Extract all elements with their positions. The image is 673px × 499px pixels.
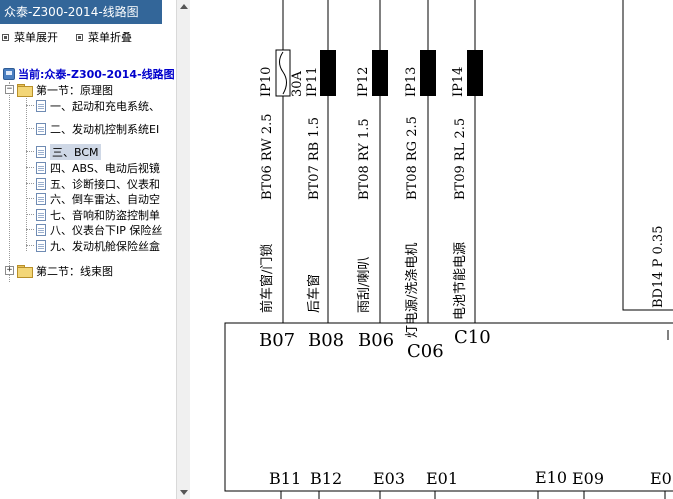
function-label: 电池节能电源 — [453, 242, 468, 320]
folder-icon — [17, 265, 33, 278]
function-label: 前车窗/门锁 — [259, 244, 275, 313]
fuse-label: IP13 — [404, 67, 419, 97]
pin-label: B11 — [269, 469, 301, 488]
tree-item-3[interactable]: 三、BCM — [36, 143, 101, 160]
pin-label: B12 — [310, 469, 342, 488]
tree-item-label: 八、仪表台下IP 保险丝 — [50, 223, 163, 237]
expand-menu-label: 菜单展开 — [14, 31, 58, 44]
tree-item-6[interactable]: 六、倒车雷达、自动空 — [36, 191, 160, 206]
tree-connector — [9, 82, 10, 282]
folder-open-icon — [17, 84, 33, 97]
function-label: 后车窗 — [306, 274, 322, 313]
function-label: 雨刮/喇叭 — [357, 257, 372, 313]
wiring-diagram-view[interactable]: IP10 30A IP11 IP12 IP13 IP14 BT06 RW 2.5… — [190, 0, 673, 499]
tree-item-7[interactable]: 七、音响和防盗控制单 — [36, 207, 160, 222]
fuse-ip14[interactable] — [467, 50, 483, 96]
tree-item-label: 二、发动机控制系统EI — [50, 122, 160, 136]
fuse-symbol — [320, 50, 336, 96]
pin-label: B08 — [308, 330, 344, 351]
function-label: 灯电源/洗涤电机 — [405, 243, 420, 338]
tree-root-label: 当前:众泰-Z300-2014-线路图 — [18, 67, 175, 81]
wire-code: BT09 RL 2.5 — [453, 118, 468, 200]
wire-code: BT06 RW 2.5 — [260, 113, 275, 200]
fuse-ip13[interactable] — [420, 50, 436, 96]
collapse-toggle-icon[interactable]: − — [5, 85, 14, 94]
tree-item-section2[interactable]: + 第二节：线束图 — [5, 263, 113, 278]
tree-item-9[interactable]: 九、发动机舱保险丝盒 — [36, 238, 160, 253]
tree-item-4[interactable]: 四、ABS、电动后视镜 — [36, 160, 160, 175]
fuse-label: IP14 — [451, 67, 466, 97]
expand-icon — [2, 33, 9, 41]
tree-item-label: 五、诊断接口、仪表和 — [50, 177, 160, 191]
document-icon — [36, 122, 46, 135]
tree-item-label: 七、音响和防盗控制单 — [50, 208, 160, 222]
tree-root[interactable]: 当前:众泰-Z300-2014-线路图 — [3, 66, 175, 81]
document-icon — [36, 192, 46, 205]
tree-item-label: 九、发动机舱保险丝盒 — [50, 239, 160, 253]
collapse-icon — [76, 33, 83, 41]
document-icon — [36, 99, 46, 112]
document-icon — [36, 239, 46, 252]
scroll-up-arrow-icon[interactable] — [179, 2, 189, 12]
fuse-label: IP10 — [259, 67, 274, 97]
wiring-diagram: IP10 30A IP11 IP12 IP13 IP14 BT06 RW 2.5… — [224, 0, 673, 499]
fuse-label: IP11 — [305, 67, 320, 97]
section1-label: 第一节：原理图 — [36, 83, 113, 97]
tree-item-label: 一、起动和充电系统、 — [50, 99, 160, 113]
fuse-symbol — [372, 50, 388, 96]
wire-code: BD14 P 0.35 — [651, 226, 666, 308]
pin-label: C06 — [407, 341, 444, 362]
document-icon — [36, 161, 46, 174]
tree-item-label-selected: 三、BCM — [50, 143, 101, 160]
pin-label: B06 — [358, 330, 394, 351]
document-icon — [36, 208, 46, 221]
fuse-ip10[interactable] — [275, 49, 291, 97]
pin-label: B07 — [259, 330, 295, 351]
computer-icon — [3, 67, 15, 80]
fuse-symbol — [275, 49, 291, 97]
tree-item-section1[interactable]: − 第一节：原理图 — [5, 82, 113, 97]
document-icon — [36, 177, 46, 190]
wire-code: BT08 RY 1.5 — [357, 118, 372, 200]
pin-label: E01 — [426, 469, 458, 488]
pin-label: E05 — [650, 469, 673, 488]
fuse-symbol — [467, 50, 483, 96]
fuse-ip11[interactable] — [320, 50, 336, 96]
collapse-menu-button[interactable]: 菜单折叠 — [76, 30, 132, 44]
fuse-label: IP12 — [356, 67, 371, 97]
pin-label: C10 — [454, 327, 491, 348]
scroll-down-arrow-icon[interactable] — [179, 487, 189, 497]
fuse-rating: 30A — [290, 70, 305, 97]
tree-item-1[interactable]: 一、起动和充电系统、 — [36, 98, 160, 113]
pin-label: E03 — [373, 469, 405, 488]
document-icon — [36, 223, 46, 236]
tree-item-5[interactable]: 五、诊断接口、仪表和 — [36, 176, 160, 191]
document-icon — [36, 145, 46, 158]
expand-toggle-icon[interactable]: + — [5, 266, 14, 275]
tree-item-2[interactable]: 二、发动机控制系统EI — [36, 121, 159, 136]
vertical-scrollbar[interactable] — [176, 0, 190, 499]
fuse-symbol — [420, 50, 436, 96]
pin-label: E10 — [535, 468, 567, 487]
collapse-menu-label: 菜单折叠 — [88, 31, 132, 44]
tree-item-label: 四、ABS、电动后视镜 — [50, 161, 160, 175]
tree-item-label: 六、倒车雷达、自动空 — [50, 192, 160, 206]
fuse-ip12[interactable] — [372, 50, 388, 96]
wire-code: BT08 RG 2.5 — [405, 116, 420, 200]
wire-code: BT07 RB 1.5 — [307, 117, 322, 200]
section2-label: 第二节：线束图 — [36, 264, 113, 278]
expand-menu-button[interactable]: 菜单展开 — [2, 30, 58, 44]
window-title: 众泰-Z300-2014-线路图 — [0, 0, 162, 24]
pin-label: E09 — [572, 469, 604, 488]
navigation-pane: 众泰-Z300-2014-线路图 菜单展开 菜单折叠 当前:众泰-Z300-20… — [0, 0, 190, 499]
tree-item-8[interactable]: 八、仪表台下IP 保险丝 — [36, 222, 162, 237]
